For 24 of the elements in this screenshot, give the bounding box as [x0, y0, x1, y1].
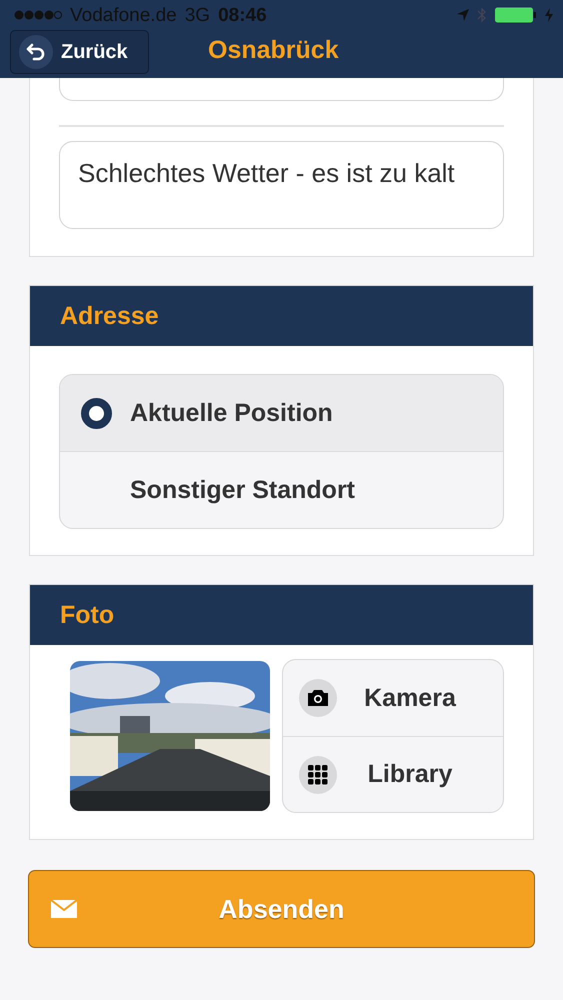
text-field[interactable]: Schlechtes Wetter - es ist zu kalt — [59, 141, 504, 229]
option-label: Sonstiger Standort — [130, 476, 356, 504]
charging-icon — [545, 8, 553, 22]
text-field[interactable] — [59, 78, 504, 101]
photo-source-button[interactable]: Kamera — [283, 660, 503, 736]
clock: 08:46 — [218, 6, 267, 24]
camera-icon — [307, 689, 329, 707]
radio-button-icon — [81, 398, 112, 428]
location-arrow-icon — [457, 9, 469, 21]
option-label: Aktuelle Position — [130, 398, 333, 428]
bluetooth-icon — [477, 7, 487, 23]
network-type: 3G — [184, 6, 210, 24]
section-header: Foto — [30, 585, 533, 645]
carrier-name: Vodafone.de — [70, 6, 177, 24]
page-title: Osnabrück — [208, 36, 339, 65]
radio-option[interactable]: Aktuelle Position — [60, 375, 503, 451]
section-header: Adresse — [30, 286, 533, 346]
signal-icon — [14, 10, 62, 20]
envelope-icon — [51, 900, 77, 918]
grid-icon — [308, 764, 328, 784]
photo-source-button[interactable]: Library — [283, 736, 503, 812]
battery-icon — [495, 7, 537, 23]
radio-option[interactable]: Sonstiger Standort — [60, 451, 503, 528]
back-button[interactable]: Zurück — [10, 30, 149, 74]
